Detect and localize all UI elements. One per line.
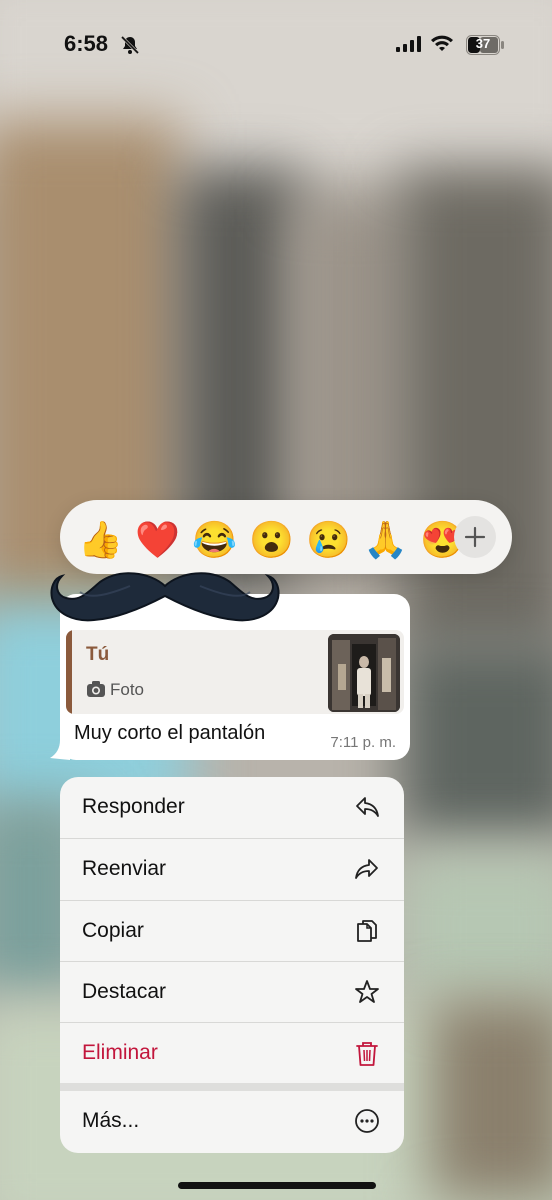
home-indicator[interactable]	[178, 1182, 376, 1189]
context-menu: Responder Reenviar Copiar Destacar Elimi…	[60, 777, 404, 1153]
menu-item-reply[interactable]: Responder	[60, 777, 404, 838]
more-icon	[355, 1109, 379, 1133]
menu-item-more[interactable]: Más...	[60, 1091, 404, 1152]
battery-level: 37	[475, 36, 491, 51]
reaction-surprised[interactable]: 😮	[249, 520, 294, 560]
status-time: 6:58	[64, 31, 109, 56]
bubble-tail	[50, 740, 70, 760]
quote-photo-thumbnail	[328, 634, 400, 712]
message-text: Muy corto el pantalón	[74, 722, 266, 744]
quote-author: Tú	[86, 644, 110, 665]
signal-icon	[396, 36, 421, 52]
forward-icon	[355, 859, 378, 879]
camera-icon	[87, 681, 105, 697]
reaction-pray[interactable]: 🙏	[363, 520, 408, 560]
reaction-sad[interactable]: 😢	[306, 520, 351, 560]
menu-label-forward: Reenviar	[82, 857, 167, 880]
menu-item-forward[interactable]: Reenviar	[60, 839, 404, 900]
more-reactions-button[interactable]	[454, 516, 496, 558]
mustache-sticker	[50, 572, 280, 622]
menu-item-star[interactable]: Destacar	[60, 962, 404, 1023]
menu-item-delete[interactable]: Eliminar	[60, 1023, 404, 1084]
menu-label-copy: Copiar	[82, 919, 144, 942]
menu-section-separator	[60, 1083, 404, 1091]
quoted-message[interactable]: Tú Foto	[66, 630, 404, 714]
quote-media-type: Foto	[110, 680, 145, 699]
star-icon	[355, 980, 379, 1003]
bell-slash-icon	[120, 35, 140, 55]
menu-label-reply: Responder	[82, 795, 185, 818]
menu-label-more: Más...	[82, 1109, 140, 1132]
copy-icon	[357, 920, 377, 942]
message-time: 7:11 p. m.	[330, 734, 396, 751]
wifi-icon	[431, 35, 453, 51]
menu-label-delete: Eliminar	[82, 1041, 158, 1064]
reply-icon	[356, 797, 379, 817]
quote-accent-bar	[66, 630, 72, 714]
menu-label-star: Destacar	[82, 980, 167, 1003]
trash-icon	[356, 1042, 378, 1066]
status-bar: 6:58 37	[0, 0, 552, 90]
plus-icon	[464, 526, 486, 548]
menu-item-copy[interactable]: Copiar	[60, 901, 404, 962]
reaction-laugh[interactable]: 😂	[192, 520, 237, 560]
reaction-heart[interactable]: ❤️	[135, 520, 180, 560]
reaction-thumbs-up[interactable]: 👍	[78, 520, 123, 560]
